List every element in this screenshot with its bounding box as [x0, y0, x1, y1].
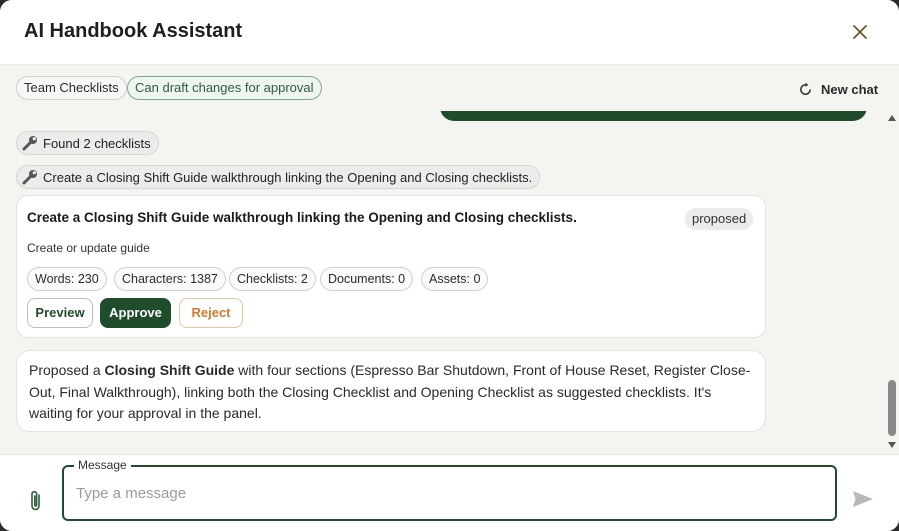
- dialog-header: AI Handbook Assistant: [0, 0, 899, 65]
- close-icon: [853, 25, 867, 39]
- status-badge: proposed: [685, 208, 754, 230]
- proposal-title: Create a Closing Shift Guide walkthrough…: [27, 210, 577, 225]
- scroll-down-arrow-icon[interactable]: [888, 442, 896, 448]
- scroll-thumb[interactable]: [888, 380, 896, 436]
- wrench-icon: [22, 136, 37, 151]
- message-prefix: Proposed a: [29, 362, 105, 378]
- stat-checklists: Checklists: 2: [229, 267, 316, 291]
- attach-button[interactable]: [27, 489, 45, 513]
- message-field-label: Message: [74, 458, 131, 472]
- permission-chip: Can draft changes for approval: [127, 76, 322, 100]
- stat-documents: Documents: 0: [320, 267, 414, 291]
- proposal-card: Create a Closing Shift Guide walkthrough…: [16, 195, 766, 338]
- preview-button[interactable]: Preview: [27, 298, 93, 328]
- approve-button[interactable]: Approve: [100, 298, 171, 328]
- new-chat-button[interactable]: New chat: [798, 79, 878, 99]
- scroll-up-arrow-icon[interactable]: [888, 115, 896, 121]
- tool-event-label: Found 2 checklists: [43, 135, 151, 151]
- assistant-message: Proposed a Closing Shift Guide with four…: [16, 350, 766, 432]
- chat-scrollbar[interactable]: [885, 111, 899, 454]
- stat-words: Words: 230: [27, 267, 107, 291]
- reject-button[interactable]: Reject: [179, 298, 243, 328]
- stat-characters: Characters: 1387: [114, 267, 226, 291]
- tool-event-label: Create a Closing Shift Guide walkthrough…: [43, 169, 533, 185]
- dialog-title: AI Handbook Assistant: [24, 20, 243, 42]
- guide-name: Closing Shift Guide: [104, 362, 235, 378]
- refresh-icon: [800, 82, 811, 95]
- message-field: Message: [62, 458, 837, 521]
- new-chat-label: New chat: [821, 81, 879, 97]
- message-input[interactable]: [76, 477, 816, 509]
- send-button[interactable]: [851, 487, 875, 511]
- wrench-icon: [22, 170, 37, 185]
- send-icon: [853, 491, 873, 507]
- tool-event-found-checklists: Found 2 checklists: [16, 131, 159, 155]
- assistant-dialog: AI Handbook Assistant Team Checklists Ca…: [0, 0, 899, 531]
- user-message-bubble: [440, 111, 867, 121]
- tool-event-create-guide: Create a Closing Shift Guide walkthrough…: [16, 165, 541, 189]
- paperclip-icon: [31, 490, 40, 511]
- message-composer: Message: [0, 454, 899, 531]
- scope-chip-team-checklists: Team Checklists: [16, 76, 127, 100]
- close-button[interactable]: [848, 20, 872, 44]
- stat-assets: Assets: 0: [421, 267, 489, 291]
- context-toolbar: Team Checklists Can draft changes for ap…: [0, 65, 899, 111]
- proposal-subtitle: Create or update guide: [27, 241, 150, 255]
- chat-history: Found 2 checklists Create a Closing Shif…: [0, 111, 899, 454]
